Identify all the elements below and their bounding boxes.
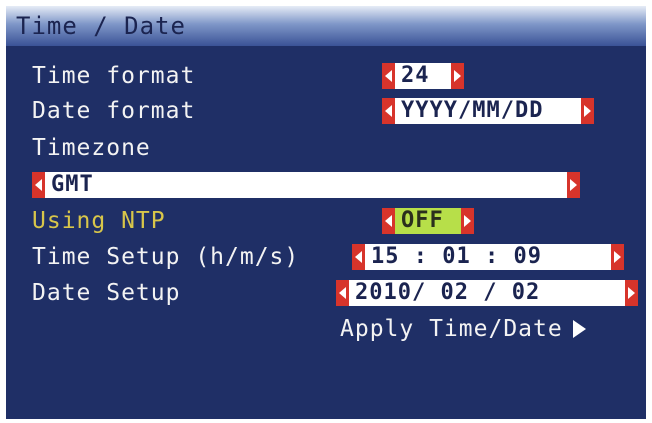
date-setup-next-button[interactable] [625,280,638,306]
triangle-left-icon [35,179,42,191]
time-format-spinner[interactable]: 24 [382,62,464,90]
title-bar: Time / Date [6,6,646,46]
triangle-left-icon [385,70,392,82]
date-setup-spinner[interactable]: 2010/ 02 / 02 [336,279,638,307]
date-setup-value: 2010/ 02 / 02 [349,280,625,306]
ntp-spinner[interactable]: OFF [382,207,474,235]
ntp-next-button[interactable] [461,208,474,234]
time-format-label: Time format [32,63,196,89]
apply-time-date-label: Apply Time/Date [340,316,563,342]
time-setup-value: 15 : 01 : 09 [365,244,611,270]
ntp-prev-button[interactable] [382,208,395,234]
time-setup-label: Time Setup (h/m/s) [32,244,300,270]
triangle-left-icon [355,251,362,263]
triangle-right-icon [584,105,591,117]
triangle-right-icon [464,215,471,227]
ntp-value: OFF [395,208,461,234]
triangle-right-icon [570,179,577,191]
time-format-prev-button[interactable] [382,63,395,89]
triangle-right-icon [454,70,461,82]
triangle-left-icon [385,105,392,117]
date-format-value: YYYY/MM/DD [395,98,581,124]
apply-time-date-button[interactable]: Apply Time/Date [340,315,586,343]
time-format-value: 24 [395,63,451,89]
date-format-next-button[interactable] [581,98,594,124]
date-format-prev-button[interactable] [382,98,395,124]
triangle-right-icon [614,251,621,263]
time-setup-prev-button[interactable] [352,244,365,270]
timezone-next-button[interactable] [567,172,580,198]
timezone-prev-button[interactable] [32,172,45,198]
date-setup-label: Date Setup [32,280,181,306]
play-arrow-icon [572,320,586,338]
ntp-label: Using NTP [32,208,166,234]
time-setup-spinner[interactable]: 15 : 01 : 09 [352,243,624,271]
triangle-right-icon [628,287,635,299]
timezone-label: Timezone [32,135,151,161]
date-format-spinner[interactable]: YYYY/MM/DD [382,97,594,125]
timezone-spinner[interactable]: GMT [32,171,580,199]
date-setup-prev-button[interactable] [336,280,349,306]
dialog-title: Time / Date [16,12,186,40]
triangle-left-icon [385,215,392,227]
time-setup-next-button[interactable] [611,244,624,270]
triangle-left-icon [339,287,346,299]
date-format-label: Date format [32,98,196,124]
time-date-dialog: Time / Date Time format 24 Date format Y… [6,6,646,419]
timezone-value: GMT [45,172,567,198]
time-format-next-button[interactable] [451,63,464,89]
